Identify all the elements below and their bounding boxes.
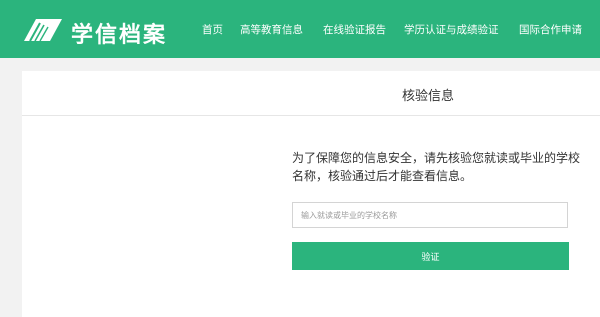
site-brand[interactable]: 学信档案: [71, 17, 167, 49]
card-header: 核验信息: [22, 71, 600, 116]
top-navigation-bar: 学信档案 首页 高等教育信息 在线验证报告 学历认证与成绩验证 国际合作申请: [0, 0, 600, 58]
card-title: 核验信息: [402, 89, 455, 104]
nav-item-online-verification-report[interactable]: 在线验证报告: [323, 22, 386, 37]
school-name-input[interactable]: [293, 203, 567, 228]
nav-item-international-cooperation[interactable]: 国际合作申请: [519, 22, 582, 37]
verification-card: 核验信息 为了保障您的信息安全，请先核验您就读或毕业的学校名称，核验通过后才能查…: [22, 71, 600, 317]
verification-notice: 为了保障您的信息安全，请先核验您就读或毕业的学校名称，核验通过后才能查看信息。: [292, 151, 581, 183]
verify-button[interactable]: 验证: [292, 242, 569, 270]
nav-item-higher-education-info[interactable]: 高等教育信息: [240, 22, 303, 37]
nav-item-home[interactable]: 首页: [202, 22, 223, 37]
school-name-field: [292, 202, 568, 228]
book-logo-icon[interactable]: [22, 15, 64, 45]
nav-item-degree-and-grade-verification[interactable]: 学历认证与成绩验证: [404, 22, 499, 37]
